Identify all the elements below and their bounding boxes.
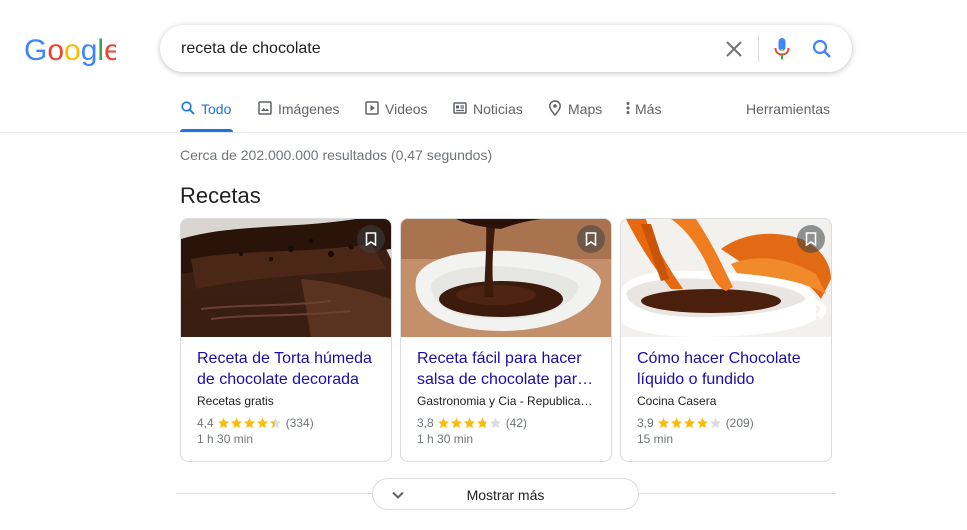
- rating-value: 3,9: [637, 416, 654, 430]
- search-icon: [180, 100, 196, 116]
- recipes-heading: Recetas: [180, 183, 261, 208]
- tab-label: Noticias: [473, 101, 523, 117]
- result-stats: Cerca de 202.000.000 resultados (0,47 se…: [180, 147, 493, 163]
- star-icon: [489, 417, 501, 429]
- star-icon: [269, 417, 281, 429]
- star-rating: [657, 417, 722, 429]
- recipe-rating: 3,9 (209): [637, 415, 754, 431]
- recipe-source: Recetas gratis: [197, 394, 274, 408]
- recipe-time: 1 h 30 min: [197, 432, 254, 446]
- recipe-card[interactable]: Receta de Torta húmeda de chocolate deco…: [180, 218, 392, 462]
- recipe-source: Cocina Casera: [637, 394, 717, 408]
- show-more-button[interactable]: Mostrar más: [372, 478, 639, 510]
- search-box[interactable]: [160, 25, 852, 72]
- tab-label: Videos: [385, 101, 428, 117]
- recipe-title[interactable]: Cómo hacer Chocolate líquido o fundido: [637, 348, 819, 390]
- star-icon: [243, 417, 255, 429]
- bookmark-icon: [585, 232, 597, 246]
- tab-label: Todo: [201, 101, 232, 117]
- review-count: (334): [285, 416, 314, 430]
- tab-mas[interactable]: Más: [623, 100, 661, 132]
- tab-label: Más: [635, 101, 662, 117]
- logo-letter: o: [64, 34, 81, 66]
- tab-maps[interactable]: Maps: [547, 100, 602, 132]
- search-input[interactable]: [181, 36, 701, 62]
- recipe-rating: 3,8 (42): [417, 415, 527, 431]
- recipe-card[interactable]: Receta fácil para hacer salsa de chocola…: [400, 218, 612, 462]
- recipe-time: 1 h 30 min: [417, 432, 474, 446]
- star-icon: [256, 417, 268, 429]
- tab-videos[interactable]: Videos: [364, 100, 428, 132]
- rating-value: 4,4: [197, 416, 214, 430]
- recipe-title[interactable]: Receta de Torta húmeda de chocolate deco…: [197, 348, 379, 390]
- tab-imagenes[interactable]: Imágenes: [257, 100, 339, 132]
- search-icon: [812, 39, 831, 58]
- star-icon: [463, 417, 475, 429]
- star-rating: [437, 417, 502, 429]
- searchbox-divider: [758, 36, 759, 62]
- star-icon: [670, 417, 682, 429]
- star-icon: [657, 417, 669, 429]
- bookmark-icon: [805, 232, 817, 246]
- svg-text:Google: Google: [24, 34, 116, 66]
- save-recipe-button[interactable]: [577, 225, 605, 253]
- voice-search-button[interactable]: [769, 36, 795, 62]
- clear-button[interactable]: [721, 36, 747, 62]
- star-icon: [450, 417, 462, 429]
- google-logo[interactable]: Google: [24, 34, 116, 66]
- recipe-card[interactable]: Cómo hacer Chocolate líquido o fundido C…: [620, 218, 832, 462]
- tab-noticias[interactable]: Noticias: [452, 100, 523, 132]
- recipe-source: Gastronomia y Cia - Republica…: [417, 394, 593, 408]
- close-icon: [726, 41, 742, 57]
- play-icon: [364, 100, 380, 116]
- recipe-title[interactable]: Receta fácil para hacer salsa de chocola…: [417, 348, 599, 390]
- star-icon: [437, 417, 449, 429]
- map-pin-icon: [547, 100, 563, 116]
- star-rating: [217, 417, 282, 429]
- bookmark-icon: [365, 232, 377, 246]
- recipe-time: 15 min: [637, 432, 674, 446]
- search-button[interactable]: [809, 36, 835, 62]
- star-icon: [696, 417, 708, 429]
- star-icon: [683, 417, 695, 429]
- logo-letter: l: [97, 34, 104, 66]
- tab-label: Maps: [568, 101, 603, 117]
- show-more-label: Mostrar más: [466, 487, 545, 503]
- logo-letter: G: [24, 34, 47, 66]
- logo-letter: e: [104, 34, 116, 66]
- logo-letter: g: [81, 34, 98, 66]
- recipe-rating: 4,4 (334): [197, 415, 314, 431]
- save-recipe-button[interactable]: [357, 225, 385, 253]
- header-divider: [0, 132, 967, 133]
- logo-letter: o: [47, 34, 64, 66]
- review-count: (209): [725, 416, 754, 430]
- tab-todo[interactable]: Todo: [180, 100, 233, 132]
- tools-button[interactable]: Herramientas: [746, 100, 830, 118]
- tab-label: Imágenes: [278, 101, 340, 117]
- news-icon: [452, 100, 468, 116]
- microphone-icon: [774, 38, 790, 60]
- save-recipe-button[interactable]: [797, 225, 825, 253]
- star-icon: [230, 417, 242, 429]
- star-icon: [217, 417, 229, 429]
- image-icon: [257, 100, 273, 116]
- review-count: (42): [505, 416, 528, 430]
- more-vert-icon: [623, 100, 633, 116]
- search-tabs: Todo Imágenes Videos Noticias Maps Más: [180, 100, 840, 132]
- star-icon: [476, 417, 488, 429]
- star-icon: [709, 417, 721, 429]
- rating-value: 3,8: [417, 416, 434, 430]
